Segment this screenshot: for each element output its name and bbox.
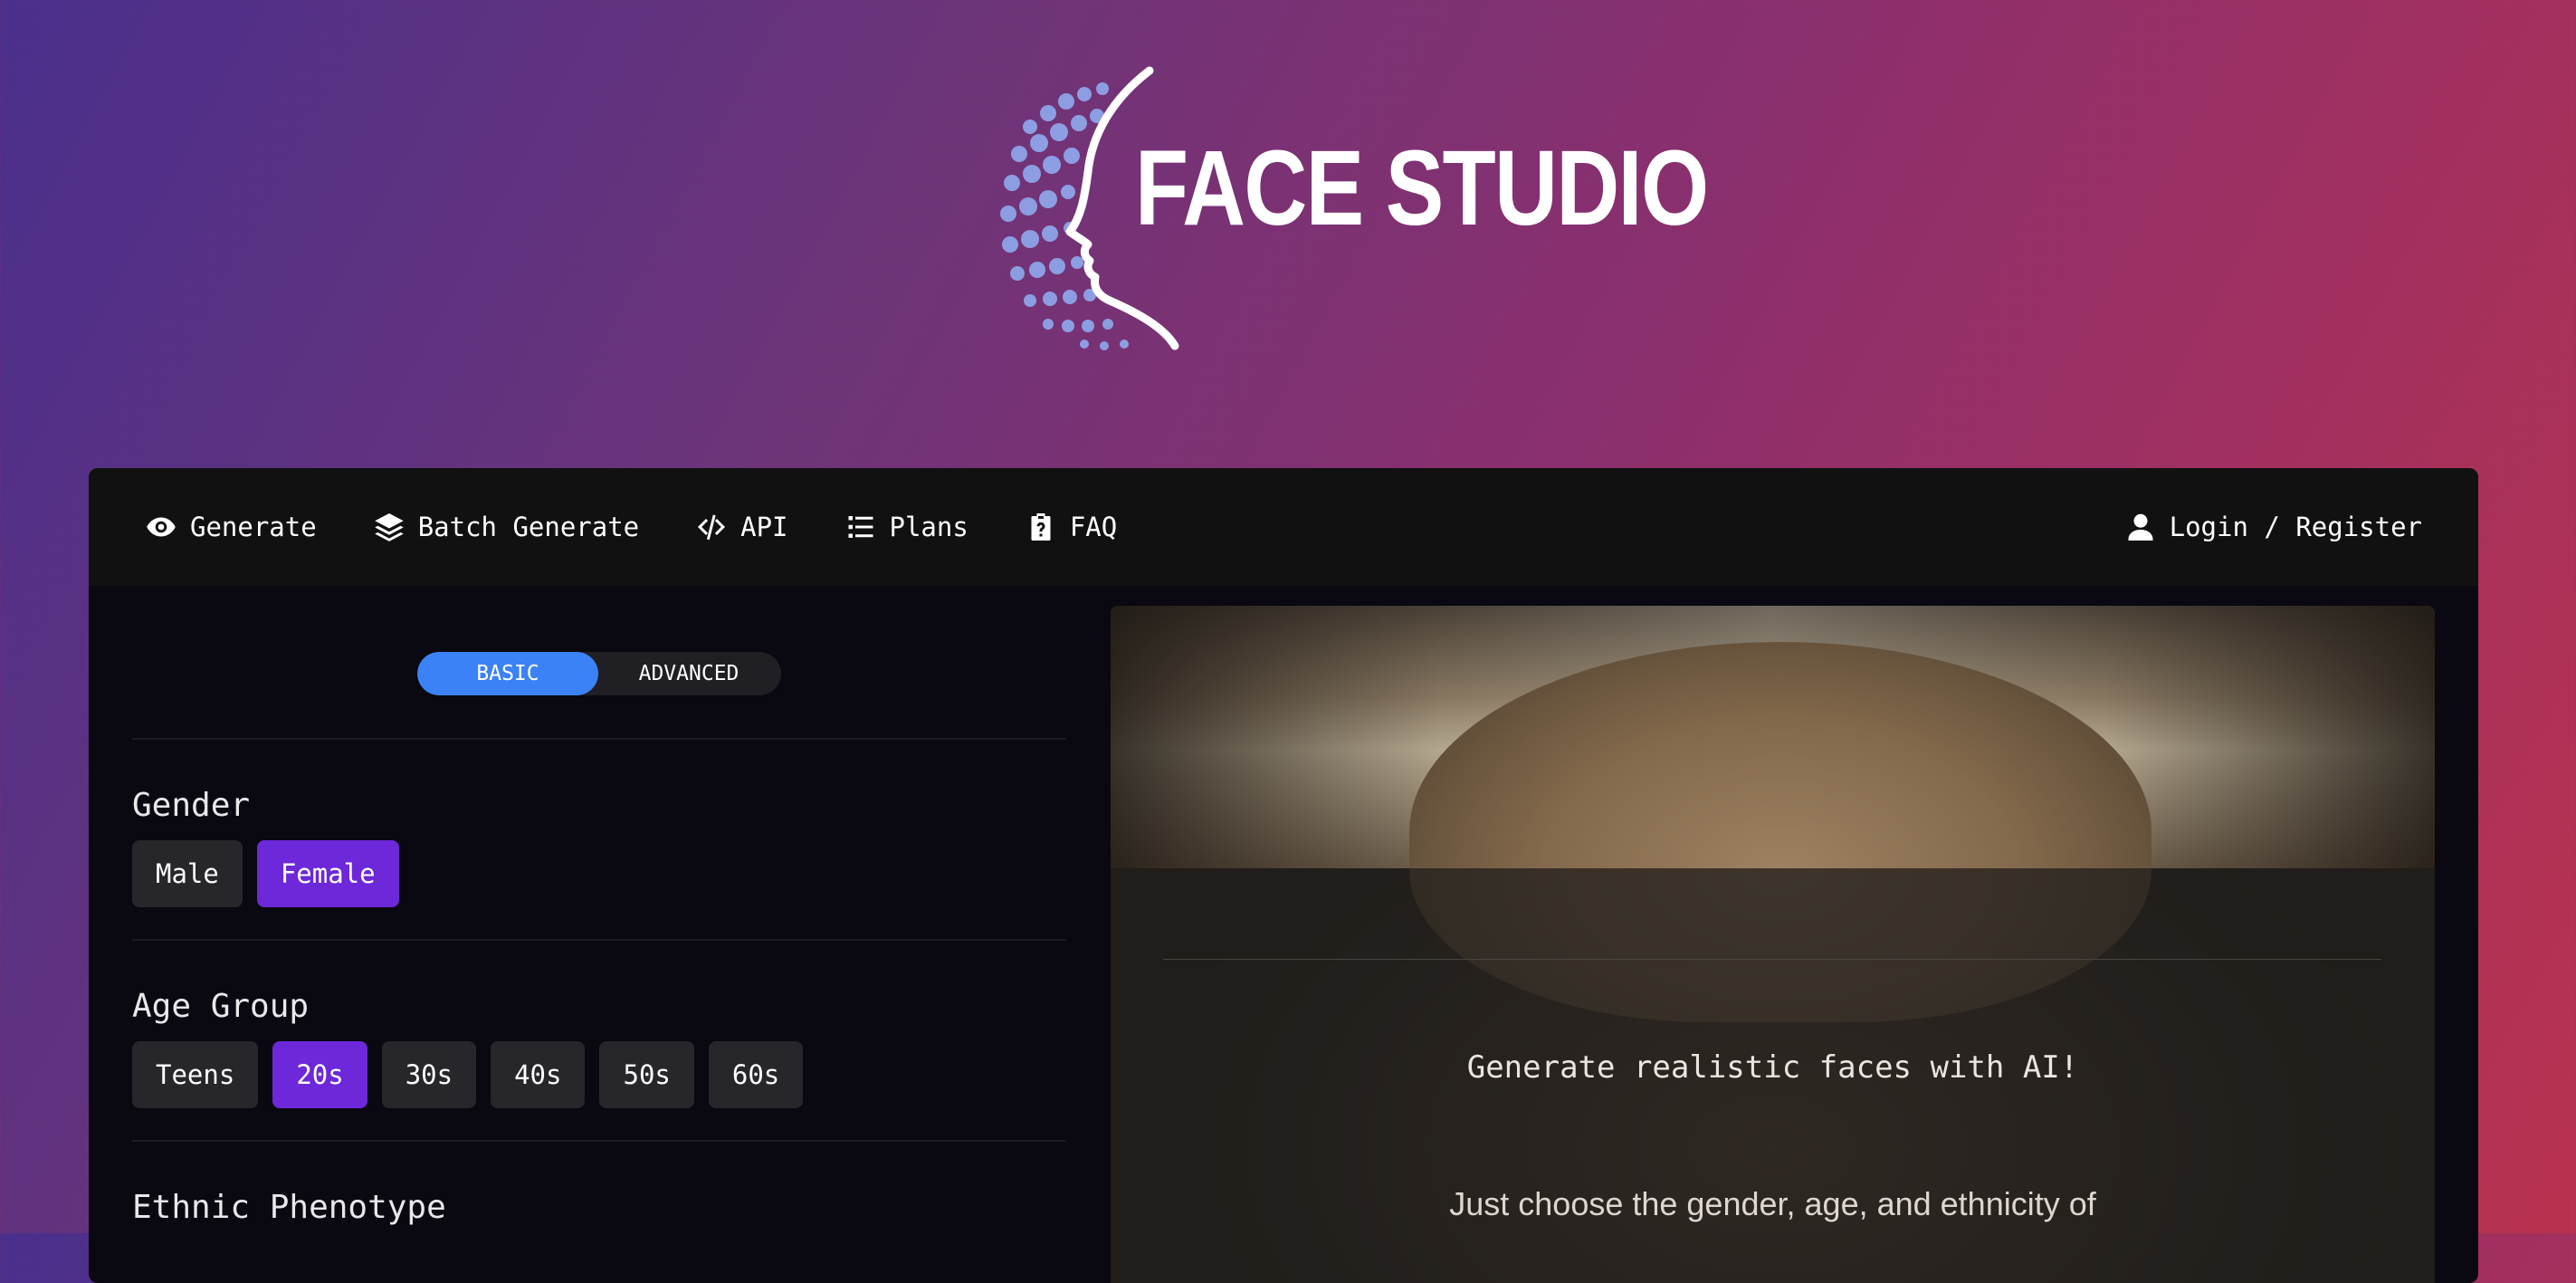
top-nav: Generate Batch Generate API Plans FAQ Lo… [89,468,2478,586]
layers-icon [374,513,404,541]
divider [132,738,1066,740]
intro-headline: Generate realistic faces with AI! [1466,1049,2079,1086]
age-40s-button[interactable]: 40s [491,1041,586,1108]
nav-item-batch-generate[interactable]: Batch Generate [373,468,639,586]
age-50s-button[interactable]: 50s [599,1041,694,1108]
face-preview: Generate realistic faces with AI! Just c… [1111,606,2435,1283]
mode-basic-button[interactable]: BASIC [417,652,598,695]
mode-toggle: BASIC ADVANCED [417,652,781,695]
mode-advanced-button[interactable]: ADVANCED [598,652,779,695]
age-20s-button[interactable]: 20s [272,1041,367,1108]
age-60s-button[interactable]: 60s [708,1041,804,1108]
age-30s-button[interactable]: 30s [381,1041,477,1108]
controls-column: BASIC ADVANCED Gender Male Female Age Gr… [132,586,1066,1283]
nav-label: Plans [889,512,968,542]
nav-label: API [740,512,788,542]
brand-name: FACE STUDIO [1135,129,1709,248]
divider [132,939,1066,941]
gender-title: Gender [132,787,251,824]
gender-female-button[interactable]: Female [256,840,399,907]
clipboard-question-icon [1031,513,1051,541]
nav-item-faq[interactable]: FAQ [1025,468,1117,586]
eye-icon [147,517,176,537]
nav-label: FAQ [1069,512,1118,542]
nav-item-plans[interactable]: Plans [844,468,968,586]
login-label: Login / Register [2169,512,2422,542]
gender-male-button[interactable]: Male [132,840,243,907]
nav-label: Batch Generate [417,512,640,542]
intro-body: Just choose the gender, age, and ethnici… [1449,1185,2096,1222]
overlay-divider [1163,959,2381,960]
gender-options: Male Female [132,840,399,907]
user-icon [2128,513,2153,541]
nav-label: Generate [190,512,317,542]
code-icon [698,514,726,541]
age-group-title: Age Group [132,988,310,1025]
divider [132,1140,1066,1142]
list-icon [848,516,873,538]
nav-item-api[interactable]: API [695,468,788,586]
login-register-link[interactable]: Login / Register [2124,468,2422,586]
app-panel: Generate Batch Generate API Plans FAQ Lo… [89,468,2478,1283]
ethnic-phenotype-title: Ethnic Phenotype [132,1189,446,1226]
intro-overlay: Generate realistic faces with AI! Just c… [1111,868,2435,1283]
nav-item-generate[interactable]: Generate [145,468,317,586]
age-teens-button[interactable]: Teens [132,1041,259,1108]
age-group-options: Teens 20s 30s 40s 50s 60s [132,1041,804,1108]
